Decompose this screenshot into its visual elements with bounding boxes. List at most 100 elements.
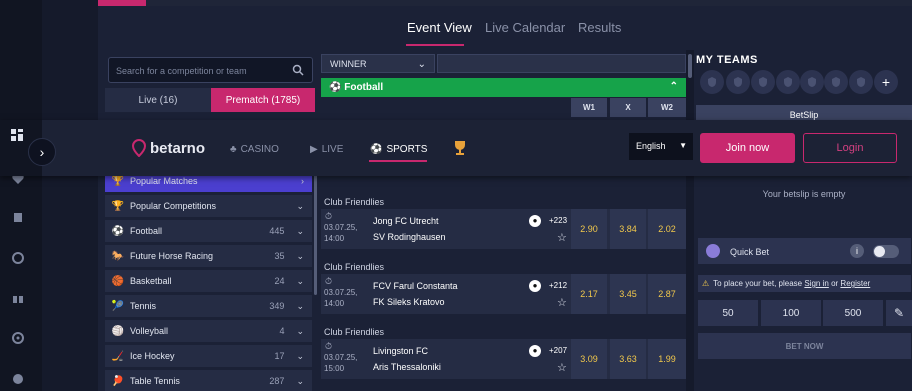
- odd-x[interactable]: 3.63: [610, 339, 646, 379]
- edit-amounts-icon[interactable]: ✎: [886, 300, 912, 326]
- sports-ball-icon: ⚽: [370, 144, 383, 155]
- chevron-right-icon: ›: [39, 144, 45, 160]
- building-icon[interactable]: [11, 210, 25, 224]
- active-tab-underline: [406, 44, 464, 46]
- market-select[interactable]: WINNER ⌄: [321, 54, 435, 73]
- sport-item[interactable]: 🏓 Table Tennis 287 ⌄: [105, 370, 312, 391]
- chevron-down-icon: ⌄: [296, 350, 304, 361]
- odd-w1[interactable]: 3.09: [571, 339, 607, 379]
- add-team-button[interactable]: +: [874, 70, 898, 94]
- sport-item[interactable]: 🏆 Popular Competitions ⌄: [105, 195, 312, 217]
- team-slot-icon[interactable]: [700, 70, 724, 94]
- team-slot-icon[interactable]: [800, 70, 824, 94]
- register-link[interactable]: Register: [840, 279, 870, 288]
- clock-icon: ⏱: [325, 211, 333, 221]
- ice-hockey-icon: 🏒: [111, 350, 125, 362]
- login-button[interactable]: Login: [803, 133, 897, 163]
- chevron-down-icon: ⌄: [296, 325, 304, 336]
- team-slot-icon[interactable]: [726, 70, 750, 94]
- more-markets[interactable]: +212: [549, 281, 567, 290]
- odd-w2[interactable]: 2.02: [648, 209, 686, 249]
- odd-x[interactable]: 3.45: [610, 274, 646, 314]
- sport-item[interactable]: 🏒 Ice Hockey 17 ⌄: [105, 345, 312, 367]
- search-icon[interactable]: [292, 64, 304, 76]
- gift-icon[interactable]: [11, 291, 25, 305]
- expand-sidebar-button[interactable]: ›: [28, 138, 56, 166]
- odd-w1[interactable]: 2.90: [571, 209, 607, 249]
- info-icon[interactable]: i: [850, 244, 864, 258]
- sport-header[interactable]: ⚽ Football ⌃: [321, 78, 686, 97]
- chevron-up-icon[interactable]: ⌃: [670, 81, 678, 92]
- column-x: X: [610, 98, 646, 117]
- left-icon-rail: [0, 0, 42, 391]
- odd-x[interactable]: 3.84: [610, 209, 646, 249]
- quick-bet-toggle[interactable]: [873, 245, 899, 258]
- chevron-down-icon: ⌄: [296, 200, 304, 211]
- chevron-down-icon: ⌄: [417, 59, 426, 70]
- odd-w2[interactable]: 1.99: [648, 339, 686, 379]
- language-select[interactable]: English ▼: [629, 133, 693, 160]
- team-slot-icon[interactable]: [751, 70, 775, 94]
- nav-sports[interactable]: ⚽ SPORTS: [370, 144, 427, 155]
- sport-item[interactable]: 🎾 Tennis 349 ⌄: [105, 295, 312, 317]
- chevron-down-icon: ⌄: [296, 225, 304, 236]
- live-icon: ▶: [310, 144, 318, 155]
- sport-item[interactable]: 🐎 Future Horse Racing 35 ⌄: [105, 245, 312, 267]
- favorite-star-icon[interactable]: ☆: [557, 231, 567, 244]
- amount-50-button[interactable]: 50: [698, 300, 758, 326]
- event-row[interactable]: ⏱ 03.07.25, 14:00 FCV Farul Constanta FK …: [321, 274, 686, 314]
- horse-icon: 🐎: [111, 250, 125, 262]
- live-toggle[interactable]: Live (16): [105, 88, 211, 112]
- tab-event-view[interactable]: Event View: [407, 20, 472, 35]
- quick-bet-label: Quick Bet: [730, 247, 770, 257]
- bet-now-button[interactable]: BET NOW: [698, 333, 911, 359]
- sport-header-label: Football: [344, 82, 384, 93]
- settings-icon[interactable]: [11, 331, 25, 345]
- sport-item[interactable]: 🏐 Volleyball 4 ⌄: [105, 320, 312, 342]
- amount-500-button[interactable]: 500: [823, 300, 883, 326]
- odd-w2[interactable]: 2.87: [648, 274, 686, 314]
- logo-text: betarno: [150, 139, 206, 157]
- favorite-star-icon[interactable]: ☆: [557, 296, 567, 309]
- column-w1: W1: [571, 98, 607, 117]
- favorite-star-icon[interactable]: ☆: [557, 361, 567, 374]
- tab-live-calendar[interactable]: Live Calendar: [485, 20, 565, 35]
- amount-100-button[interactable]: 100: [761, 300, 821, 326]
- tab-results[interactable]: Results: [578, 20, 621, 35]
- football-icon: ⚽: [329, 82, 345, 93]
- sign-in-link[interactable]: Sign in: [804, 279, 828, 288]
- sport-item[interactable]: 🏀 Basketball 24 ⌄: [105, 270, 312, 292]
- toggle-knob: [874, 246, 885, 257]
- scrollbar-thumb[interactable]: [688, 54, 692, 78]
- grid-icon[interactable]: [10, 128, 24, 142]
- chip-icon[interactable]: [11, 251, 25, 265]
- trophy-icon[interactable]: [451, 139, 469, 157]
- chat-icon[interactable]: [11, 372, 25, 386]
- competition-title: Club Friendlies: [324, 197, 385, 207]
- join-now-button[interactable]: Join now: [700, 133, 795, 163]
- more-markets[interactable]: +207: [549, 346, 567, 355]
- away-team: FK Sileks Kratovo: [373, 297, 445, 307]
- nav-casino[interactable]: ♣ CASINO: [230, 144, 279, 155]
- tennis-icon: 🎾: [111, 300, 125, 312]
- secondary-select[interactable]: [437, 54, 686, 73]
- sport-item[interactable]: ⚽ Football 445 ⌄: [105, 220, 312, 242]
- event-datetime: 03.07.25, 14:00: [324, 288, 358, 308]
- nav-live[interactable]: ▶ LIVE: [310, 144, 343, 155]
- team-slot-icon[interactable]: [824, 70, 848, 94]
- odd-w1[interactable]: 2.17: [571, 274, 607, 314]
- casino-icon: ♣: [230, 144, 237, 155]
- scrollbar[interactable]: [686, 50, 694, 391]
- prematch-toggle[interactable]: Prematch (1785): [211, 88, 315, 112]
- competition-title: Club Friendlies: [324, 327, 385, 337]
- search-input[interactable]: Search for a competition or team: [108, 57, 313, 83]
- more-markets[interactable]: +223: [549, 216, 567, 225]
- team-slot-icon[interactable]: [849, 70, 873, 94]
- basketball-icon: 🏀: [111, 275, 125, 287]
- team-slot-icon[interactable]: [776, 70, 800, 94]
- sports-scrollbar-thumb[interactable]: [314, 175, 317, 295]
- logo[interactable]: betarno: [131, 137, 211, 159]
- event-row[interactable]: ⏱ 03.07.25, 14:00 Jong FC Utrecht SV Rodi…: [321, 209, 686, 249]
- trophy-icon: 🏆: [111, 200, 125, 212]
- event-row[interactable]: ⏱ 03.07.25, 15:00 Livingston FC Aris Thes…: [321, 339, 686, 379]
